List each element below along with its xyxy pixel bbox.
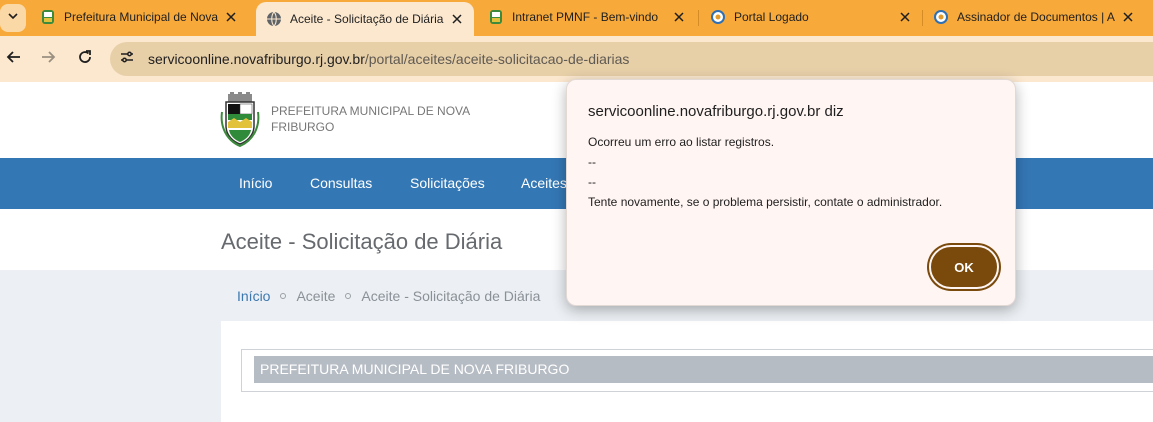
- tab-title: Aceite - Solicitação de Diária: [290, 12, 444, 26]
- nav-item-solicitacoes[interactable]: Solicitações: [410, 175, 485, 191]
- circle-logo-icon: [933, 9, 949, 25]
- dialog-message-line: --: [588, 155, 596, 169]
- close-icon[interactable]: [222, 8, 240, 26]
- arrow-left-icon: [6, 49, 22, 70]
- tab-prefeitura[interactable]: Prefeitura Municipal de Nova: [30, 0, 248, 34]
- reload-button[interactable]: [71, 45, 99, 73]
- breadcrumb-current: Aceite - Solicitação de Diária: [361, 288, 541, 304]
- municipal-crest-icon: [40, 9, 56, 25]
- tab-portal-logado[interactable]: Portal Logado: [700, 0, 922, 34]
- nav-item-inicio[interactable]: Início: [239, 175, 272, 191]
- close-icon[interactable]: [670, 8, 688, 26]
- tab-aceite[interactable]: Aceite - Solicitação de Diária: [256, 2, 474, 36]
- breadcrumb-item: Aceite: [296, 288, 336, 304]
- alert-dialog: servicoonline.novafriburgo.rj.gov.br diz…: [566, 79, 1016, 306]
- brand-line-1: PREFEITURA MUNICIPAL DE NOVA: [271, 104, 471, 118]
- site-brand: PREFEITURA MUNICIPAL DE NOVA FRIBURGO: [271, 103, 471, 135]
- tab-strip: Prefeitura Municipal de Nova Aceite - So…: [0, 0, 1153, 36]
- url-path: /portal/aceites/aceite-solicitacao-de-di…: [364, 51, 630, 67]
- breadcrumb: Início Aceite Aceite - Solicitação de Di…: [237, 288, 540, 304]
- close-icon[interactable]: [896, 8, 914, 26]
- panel-header: PREFEITURA MUNICIPAL DE NOVA FRIBURGO: [254, 356, 1153, 383]
- ok-button[interactable]: OK: [929, 245, 999, 289]
- browser-toolbar: servicoonline.novafriburgo.rj.gov.br/por…: [0, 36, 1153, 82]
- tune-icon: [119, 49, 135, 70]
- nav-item-aceites[interactable]: Aceites: [521, 175, 567, 191]
- chevron-down-icon: [7, 9, 19, 27]
- close-icon[interactable]: [448, 10, 466, 28]
- tab-title: Assinador de Documentos | A: [957, 10, 1115, 24]
- brand-line-2: FRIBURGO: [271, 120, 335, 134]
- page-title: Aceite - Solicitação de Diária: [221, 229, 503, 254]
- tab-title: Intranet PMNF - Bem-vindo: [512, 10, 659, 24]
- dialog-message-line: Tente novamente, se o problema persistir…: [588, 195, 943, 209]
- breadcrumb-separator: [280, 293, 287, 299]
- site-info-button[interactable]: [114, 46, 140, 72]
- tab-separator: [698, 10, 699, 26]
- tab-assinador[interactable]: Assinador de Documentos | A: [923, 0, 1145, 34]
- breadcrumb-separator: [345, 293, 352, 299]
- dialog-message-line: Ocorreu um erro ao listar registros.: [588, 135, 775, 149]
- panel-box: PREFEITURA MUNICIPAL DE NOVA FRIBURGO: [241, 349, 1153, 392]
- forward-button[interactable]: [34, 45, 62, 73]
- arrow-right-icon: [40, 49, 56, 70]
- municipal-crest-logo: [220, 92, 260, 148]
- breadcrumb-home-link[interactable]: Início: [237, 288, 270, 304]
- reload-icon: [77, 49, 93, 70]
- tab-title: Prefeitura Municipal de Nova: [64, 10, 219, 24]
- tab-intranet[interactable]: Intranet PMNF - Bem-vindo: [478, 0, 696, 34]
- municipal-crest-icon: [488, 9, 504, 25]
- url-host: servicoonline.novafriburgo.rj.gov.br: [148, 51, 365, 67]
- address-bar[interactable]: servicoonline.novafriburgo.rj.gov.br/por…: [110, 42, 1153, 76]
- back-button[interactable]: [0, 45, 28, 73]
- dialog-title: servicoonline.novafriburgo.rj.gov.br diz: [588, 103, 844, 120]
- dialog-message-line: --: [588, 175, 596, 189]
- close-icon[interactable]: [1119, 8, 1137, 26]
- tab-search-button[interactable]: [0, 4, 26, 32]
- url-text: servicoonline.novafriburgo.rj.gov.br/por…: [148, 51, 629, 67]
- nav-item-consultas[interactable]: Consultas: [310, 175, 372, 191]
- content-panel: PREFEITURA MUNICIPAL DE NOVA FRIBURGO: [221, 321, 1153, 422]
- globe-icon: [266, 11, 282, 27]
- circle-logo-icon: [710, 9, 726, 25]
- tab-title: Portal Logado: [734, 10, 809, 24]
